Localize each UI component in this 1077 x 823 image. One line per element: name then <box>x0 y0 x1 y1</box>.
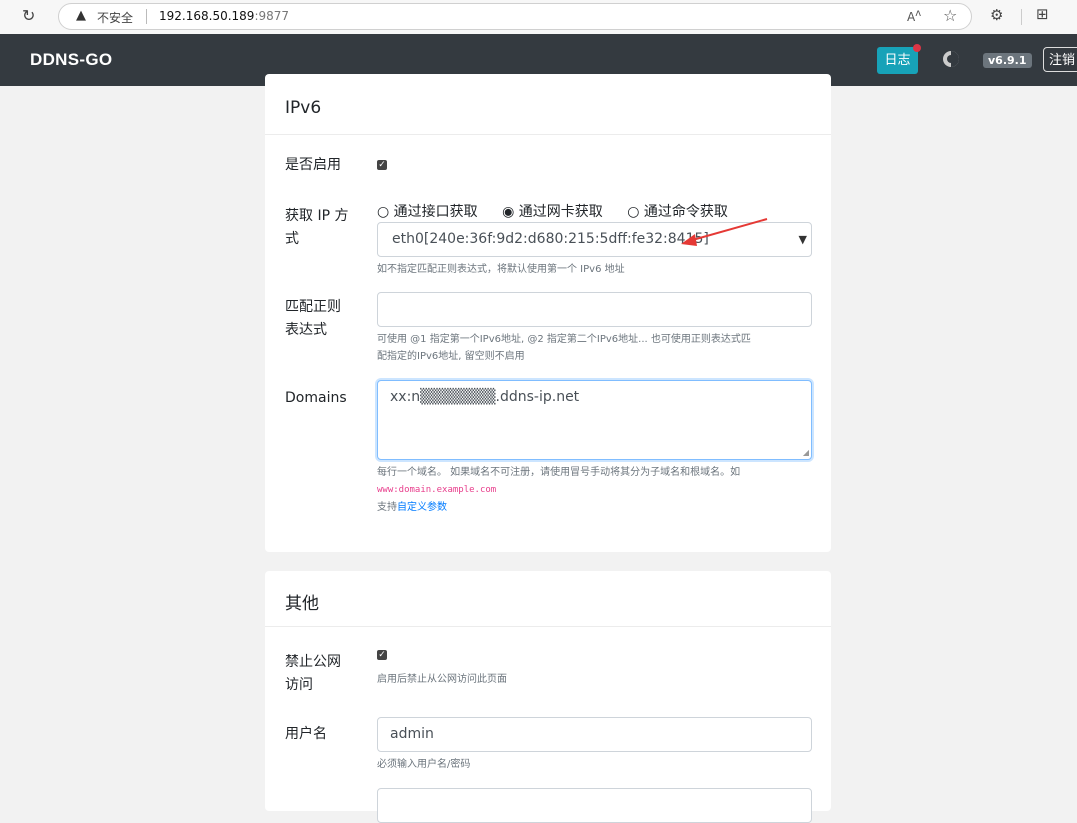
annotation-arrow <box>681 218 768 246</box>
interface-help-text: 如不指定匹配正则表达式，将默认使用第一个 IPv6 地址 <box>377 264 625 275</box>
radio-by-nic[interactable]: ◉ 通过网卡获取 <box>502 204 613 220</box>
enable-label: 是否启用 <box>285 157 341 173</box>
ipv6-card-header: IPv6 <box>265 74 831 135</box>
block-public-label: 禁止公网 访问 <box>285 651 341 697</box>
block-public-label-line1: 禁止公网 <box>285 654 341 670</box>
version-badge[interactable]: v6.9.1 <box>983 53 1032 68</box>
regex-help-line1: 可使用 @1 指定第一个IPv6地址, @2 指定第二个IPv6地址... 也可… <box>377 334 751 345</box>
log-button[interactable]: 日志 <box>877 44 921 74</box>
log-button-label: 日志 <box>884 53 911 68</box>
radio-by-nic-label: 通过网卡获取 <box>518 204 603 220</box>
get-ip-method-label: 获取 IP 方式 <box>285 205 348 251</box>
get-ip-label-line1: 获取 IP 方 <box>285 208 349 224</box>
favorite-star-icon[interactable]: ☆ <box>943 6 957 25</box>
browser-toolbar: ↻ ▲ 不安全 192.168.50.189:9877 Aʌ ☆ ⚙ ⊞ <box>0 0 1077 35</box>
network-interface-value: eth0[240e:36f:9d2:d680:215:5dff:fe32:841… <box>392 231 709 247</box>
resize-handle-icon[interactable]: ◢ <box>803 448 809 457</box>
ipv6-card: IPv6 是否启用 ✓ 获取 IP 方式 ○ 通过接口获取 ◉ 通过网卡获取 ○… <box>265 74 831 552</box>
custom-params-link[interactable]: 自定义参数 <box>397 502 447 513</box>
address-divider <box>146 9 147 24</box>
notification-dot <box>913 44 921 52</box>
extensions-icon[interactable]: ⚙ <box>990 6 1003 24</box>
radio-by-interface[interactable]: ○ 通过接口获取 <box>377 204 488 220</box>
domains-textarea[interactable]: xx:n▒▒▒▒▒▒▒.ddns-ip.net ◢ <box>377 380 812 460</box>
other-card-title: 其他 <box>285 594 319 614</box>
read-aloud-icon[interactable]: Aʌ <box>907 8 921 24</box>
domains-help-line1: 每行一个域名。 如果域名不可注册，请使用冒号手动将其分为子域名和根域名。如 <box>377 467 741 478</box>
username-input[interactable]: admin <box>377 717 812 752</box>
regex-label-line1: 匹配正则 <box>285 299 341 315</box>
toolbar-divider <box>1021 9 1022 25</box>
regex-help-line2: 配指定的IPv6地址, 留空则不启用 <box>377 351 525 362</box>
regex-label-line2: 表达式 <box>285 322 327 338</box>
logout-button[interactable]: 注销 <box>1043 47 1077 72</box>
url-host: 192.168.50.189 <box>159 9 255 23</box>
regex-help-text: 可使用 @1 指定第一个IPv6地址, @2 指定第二个IPv6地址... 也可… <box>377 331 817 365</box>
block-public-label-line2: 访问 <box>285 677 313 693</box>
reload-icon[interactable]: ↻ <box>22 6 35 25</box>
domains-help-prefix: 支持 <box>377 502 397 513</box>
domains-help-example: www:domain.example.com <box>377 485 497 495</box>
address-bar[interactable]: ▲ 不安全 192.168.50.189:9877 Aʌ ☆ <box>58 3 972 30</box>
password-input[interactable] <box>377 788 812 823</box>
domains-value: xx:n▒▒▒▒▒▒▒.ddns-ip.net <box>390 389 580 405</box>
warning-icon: ▲ <box>76 8 86 23</box>
domains-help-text: 每行一个域名。 如果域名不可注册，请使用冒号手动将其分为子域名和根域名。如 ww… <box>377 464 817 516</box>
regex-input[interactable] <box>377 292 812 327</box>
domains-label: Domains <box>285 390 347 406</box>
annotation-arrow-head <box>681 234 697 246</box>
collections-icon[interactable]: ⊞ <box>1036 5 1049 23</box>
annotation-arrow-line <box>688 218 768 242</box>
theme-toggle-icon[interactable] <box>943 51 959 67</box>
url-text[interactable]: 192.168.50.189:9877 <box>159 9 289 23</box>
ipv6-enable-checkbox[interactable]: ✓ <box>377 160 387 170</box>
block-public-checkbox[interactable]: ✓ <box>377 650 387 660</box>
url-port: :9877 <box>254 9 290 23</box>
other-card: 其他 禁止公网访问 ✓ 启用后禁止从公网访问此页面 用户名 admin 必须输入… <box>265 571 831 823</box>
regex-label: 匹配正则 表达式 <box>285 296 341 342</box>
block-public-help-text: 启用后禁止从公网访问此页面 <box>377 674 507 685</box>
username-help-text: 必须输入用户名/密码 <box>377 759 471 770</box>
other-card-header: 其他 <box>265 571 831 627</box>
security-label[interactable]: 不安全 <box>97 9 133 26</box>
radio-by-interface-label: 通过接口获取 <box>393 204 478 220</box>
username-label: 用户名 <box>285 726 327 742</box>
chevron-down-icon: ▼ <box>798 233 807 246</box>
ipv6-card-title: IPv6 <box>285 98 322 118</box>
get-ip-label-line2: 式 <box>285 231 299 247</box>
brand-title[interactable]: DDNS-GO <box>30 50 112 70</box>
